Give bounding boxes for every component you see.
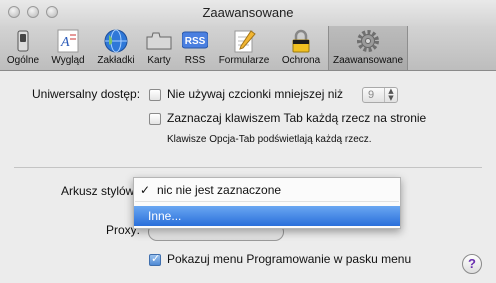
svg-text:A: A bbox=[60, 35, 70, 50]
lock-icon bbox=[292, 29, 310, 53]
toolbar-item-advanced[interactable]: Zaawansowane bbox=[328, 26, 408, 70]
toolbar-item-appearance[interactable]: A Wygląd bbox=[46, 26, 90, 70]
toolbar-item-label: Ogólne bbox=[6, 55, 40, 66]
min-font-checkbox[interactable] bbox=[149, 89, 161, 101]
min-font-size-value: 9 bbox=[368, 89, 375, 101]
toolbar-item-forms[interactable]: Formularze bbox=[214, 26, 274, 70]
stylesheet-option-label: Inne... bbox=[148, 209, 182, 223]
min-font-checkbox-label[interactable]: Nie używaj czcionki mniejszej niż bbox=[167, 87, 343, 101]
toolbar-item-label: Zakładki bbox=[97, 55, 135, 66]
font-icon: A bbox=[57, 29, 79, 53]
menu-separator bbox=[135, 201, 399, 202]
toolbar-item-label: Formularze bbox=[218, 55, 270, 66]
toolbar-item-label: Ochrona bbox=[281, 55, 321, 66]
toolbar-item-label: RSS bbox=[184, 55, 206, 66]
pencil-form-icon bbox=[234, 30, 256, 53]
chevron-updown-icon: ▲ ▼ bbox=[384, 88, 397, 102]
preferences-toolbar: Ogólne A Wygląd Zakładki Karty RSS RSS F… bbox=[0, 26, 496, 71]
rss-icon: RSS bbox=[182, 31, 208, 49]
stylesheet-option-other[interactable]: Inne... bbox=[134, 206, 400, 226]
switch-icon bbox=[17, 30, 29, 52]
tabs-icon bbox=[146, 32, 172, 50]
min-font-size-select[interactable]: 9 ▲ ▼ bbox=[362, 87, 398, 103]
toolbar-item-security[interactable]: Ochrona bbox=[276, 26, 326, 70]
preferences-panel: Uniwersalny dostęp: Nie używaj czcionki … bbox=[0, 71, 496, 283]
toolbar-item-label: Wygląd bbox=[51, 55, 85, 66]
toolbar-item-label: Karty bbox=[147, 55, 171, 66]
stylesheet-label: Arkusz stylów: bbox=[61, 184, 138, 198]
tab-highlight-checkbox-label[interactable]: Zaznaczaj klawiszem Tab każdą rzecz na s… bbox=[167, 111, 426, 125]
title-bar: Zaawansowane bbox=[0, 0, 496, 26]
develop-menu-checkbox-label[interactable]: Pokazuj menu Programowanie w pasku menu bbox=[167, 252, 411, 266]
toolbar-item-rss[interactable]: RSS RSS bbox=[178, 26, 212, 70]
globe-icon bbox=[104, 29, 128, 53]
checkmark-icon: ✓ bbox=[140, 183, 151, 197]
accessibility-label: Uniwersalny dostęp: bbox=[32, 87, 141, 101]
section-divider bbox=[14, 167, 482, 168]
toolbar-item-general[interactable]: Ogólne bbox=[2, 26, 44, 70]
rss-icon-text: RSS bbox=[185, 36, 206, 47]
stylesheet-option-none[interactable]: ✓ nic nie jest zaznaczone bbox=[134, 180, 400, 200]
tab-highlight-checkbox[interactable] bbox=[149, 113, 161, 125]
toolbar-item-tabs[interactable]: Karty bbox=[142, 26, 176, 70]
toolbar-item-bookmarks[interactable]: Zakładki bbox=[92, 26, 140, 70]
stylesheet-dropdown-menu[interactable]: ✓ nic nie jest zaznaczone Inne... bbox=[133, 177, 401, 229]
tab-highlight-hint: Klawisze Opcja-Tab podświetlają każdą rz… bbox=[167, 134, 372, 145]
help-button[interactable]: ? bbox=[462, 254, 482, 274]
toolbar-item-label: Zaawansowane bbox=[332, 55, 404, 66]
window-title: Zaawansowane bbox=[202, 5, 294, 20]
stylesheet-option-label: nic nie jest zaznaczone bbox=[157, 183, 282, 197]
develop-menu-checkbox[interactable] bbox=[149, 252, 161, 266]
gear-icon bbox=[357, 30, 379, 52]
